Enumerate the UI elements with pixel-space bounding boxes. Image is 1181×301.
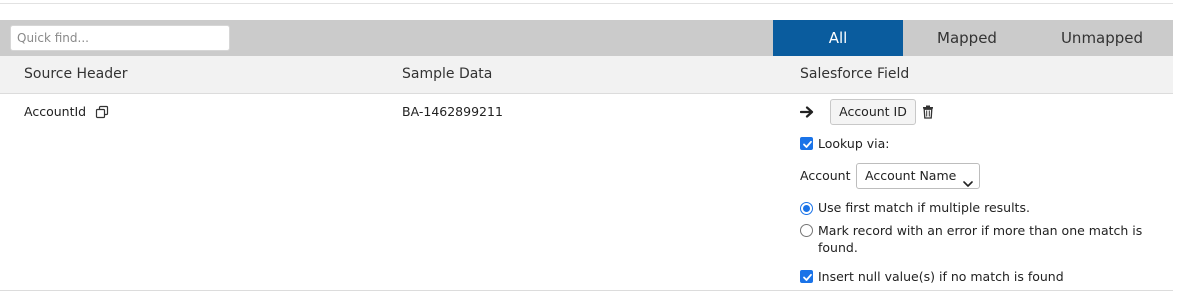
sample-data-value: BA-1462899211 (402, 104, 503, 119)
mapped-field-button[interactable]: Account ID (830, 99, 916, 125)
top-divider (0, 3, 1173, 4)
tab-mapped[interactable]: Mapped (903, 20, 1031, 56)
arrow-right-icon (799, 105, 814, 121)
tab-all[interactable]: All (773, 20, 903, 56)
insert-null-label: Insert null value(s) if no match is foun… (818, 269, 1064, 284)
error-multiple-label-line1: Mark record with an error if more than o… (818, 223, 1143, 238)
trash-icon[interactable] (922, 104, 934, 119)
lookup-field-value: Account Name (865, 168, 957, 183)
filter-bar: All Mapped Unmapped (0, 20, 1173, 56)
source-header-value: AccountId (24, 104, 87, 119)
column-source-header: Source Header (24, 66, 128, 82)
column-salesforce-field: Salesforce Field (800, 66, 910, 82)
lookup-label: Lookup via: (818, 136, 890, 151)
tab-unmapped[interactable]: Unmapped (1031, 20, 1173, 56)
column-sample-data: Sample Data (402, 66, 493, 82)
lookup-object-label: Account (800, 168, 851, 183)
row-divider (0, 290, 1173, 291)
error-multiple-label: Mark record with an error if more than o… (818, 222, 1148, 256)
first-match-label: Use first match if multiple results. (818, 200, 1030, 215)
lookup-field-select[interactable]: Account Name (856, 163, 980, 189)
copy-icon[interactable] (95, 104, 109, 119)
lookup-checkbox[interactable] (800, 137, 813, 150)
table-header: Source Header Sample Data Salesforce Fie… (0, 56, 1173, 94)
check-icon (803, 273, 812, 281)
chevron-down-icon (963, 172, 973, 196)
error-multiple-radio[interactable] (800, 224, 813, 237)
quick-find-input[interactable] (10, 25, 230, 51)
insert-null-checkbox[interactable] (800, 270, 813, 283)
check-icon (803, 140, 812, 148)
first-match-radio[interactable] (800, 202, 813, 215)
error-multiple-label-line2: found. (818, 240, 858, 255)
